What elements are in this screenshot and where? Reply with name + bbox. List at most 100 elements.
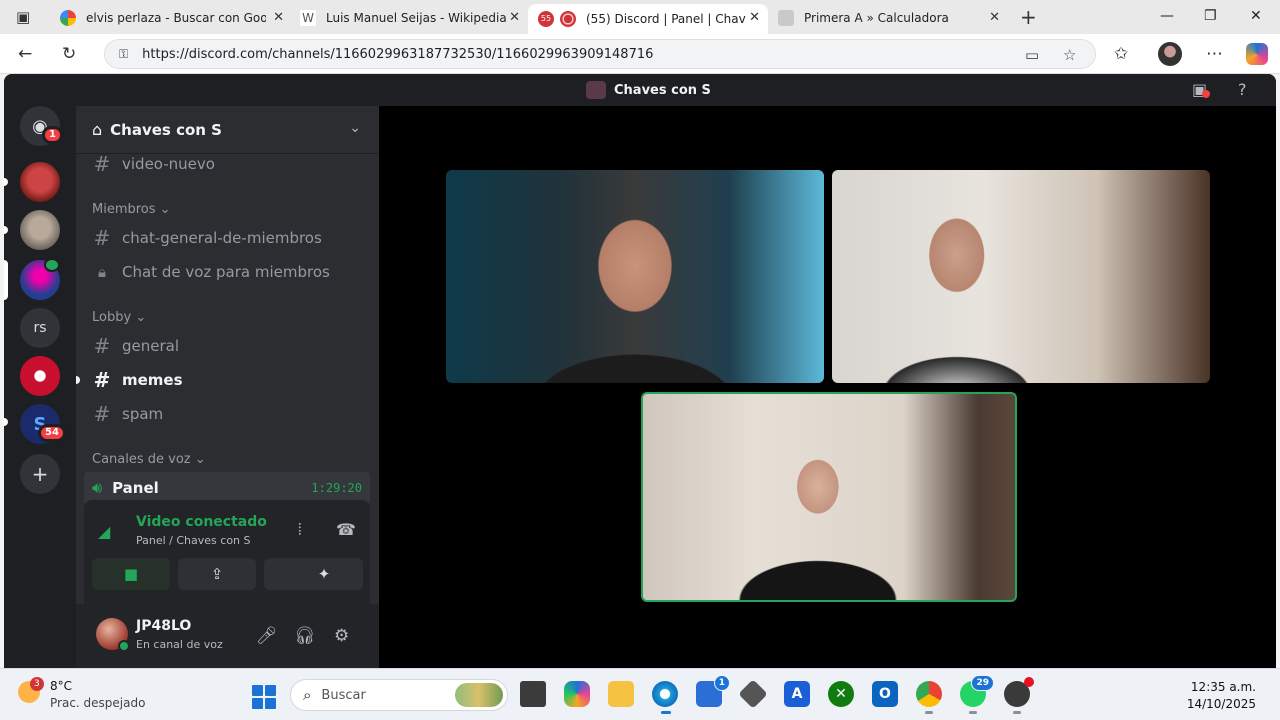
channel-general[interactable]: # general [84, 330, 370, 362]
noise-suppression-icon[interactable]: ⦙ [298, 520, 302, 540]
soundboard-icon: ✦ [317, 565, 331, 583]
chevron-down-icon: ⌄ [135, 310, 147, 325]
recording-icon [560, 11, 576, 27]
add-server-icon[interactable]: + [20, 454, 60, 494]
azure-icon[interactable]: A [784, 681, 810, 707]
restore-icon[interactable]: ❐ [1204, 8, 1217, 24]
unity-icon[interactable] [738, 679, 768, 709]
task-view-icon[interactable] [520, 681, 546, 707]
unread-indicator [4, 418, 8, 426]
tab-wikipedia[interactable]: W Luis Manuel Seijas - Wikipedia, la ✕ [290, 4, 528, 32]
url-text: https://discord.com/channels/11660299631… [142, 46, 654, 62]
recorder-icon[interactable] [1004, 677, 1034, 707]
close-tab-icon[interactable]: ✕ [273, 10, 284, 25]
outlook-icon[interactable]: O [872, 681, 898, 707]
sidebar-toggle-icon[interactable]: ▣ [16, 8, 30, 26]
tab-google[interactable]: elvis perlaza - Buscar con Google ✕ [50, 4, 292, 32]
edge-browser-icon[interactable] [652, 681, 678, 707]
server-portrait[interactable] [20, 210, 60, 250]
microphone-icon[interactable]: 🎤︎ [256, 626, 278, 646]
channel-video-nuevo[interactable]: # video-nuevo [84, 148, 370, 180]
server-name: Chaves con S [110, 120, 222, 139]
soundboard-button[interactable]: ✦ [285, 558, 363, 590]
community-home-icon: ⌂ [92, 120, 103, 139]
discord-title-bar: Chaves con S ▣ ? [4, 74, 1276, 106]
tab-title: elvis perlaza - Buscar con Google [86, 11, 266, 25]
clock-date: 14/10/2025 [1186, 697, 1256, 711]
reload-icon[interactable]: ↻ [62, 44, 76, 64]
screen-share-icon: ⇪ [210, 565, 224, 583]
browser-tab-strip: ▣ elvis perlaza - Buscar con Google ✕ W … [0, 0, 1280, 34]
server-header[interactable]: ⌂ Chaves con S ⌄ [76, 106, 379, 154]
discord-app: Chaves con S ▣ ? ◉ 1 rs S 54 + ⌂ Chaves … [4, 74, 1276, 668]
channel-label: general [122, 337, 180, 355]
channel-label: video-nuevo [122, 155, 215, 173]
whatsapp-badge: 29 [971, 675, 994, 691]
back-icon[interactable]: ← [18, 44, 32, 64]
temperature: 8°C [50, 679, 73, 693]
server-crest[interactable] [20, 356, 60, 396]
start-button[interactable] [252, 685, 276, 709]
discord-home-icon[interactable]: ◉ 1 [20, 106, 63, 146]
chrome-icon[interactable] [916, 681, 942, 707]
copilot-app-icon[interactable] [564, 681, 590, 707]
system-clock[interactable]: 12:35 a.m. 14/10/2025 [1187, 679, 1256, 713]
video-tile-participant-2[interactable] [832, 170, 1210, 383]
more-icon[interactable]: ⋯ [1206, 44, 1223, 64]
microsoft-store-icon[interactable]: 1 [696, 675, 730, 707]
close-tab-icon[interactable]: ✕ [749, 10, 760, 25]
category-miembros[interactable]: Miembros ⌄ [92, 202, 171, 217]
chevron-down-icon[interactable]: ⌄ [349, 120, 361, 136]
server-red-jersey[interactable] [20, 162, 60, 202]
username[interactable]: JP48LO [136, 618, 191, 634]
hash-icon: # [93, 368, 111, 392]
channel-chat-general-de-miembros[interactable]: # chat-general-de-miembros [84, 222, 370, 254]
channel-chat-de-voz[interactable]: 🔒︎ Chat de voz para miembros [84, 256, 370, 288]
close-tab-icon[interactable]: ✕ [509, 10, 520, 25]
channel-memes[interactable]: # memes [84, 364, 370, 396]
taskbar-search[interactable]: ⌕ Buscar [290, 679, 508, 711]
minimize-icon[interactable]: — [1160, 8, 1174, 24]
inbox-icon[interactable]: ▣ [1192, 80, 1210, 99]
xbox-icon[interactable]: ✕ [828, 681, 854, 707]
voice-location[interactable]: Panel / Chaves con S [136, 534, 251, 547]
voice-status[interactable]: Video conectado [136, 514, 267, 530]
category-lobby[interactable]: Lobby ⌄ [92, 310, 146, 325]
file-explorer-icon[interactable] [608, 681, 634, 707]
tab-discord[interactable]: 55 (55) Discord | Panel | Chaves ✕ [528, 4, 768, 34]
close-tab-icon[interactable]: ✕ [989, 10, 1000, 25]
headphones-icon[interactable]: 🎧︎ [294, 626, 316, 646]
unread-indicator [76, 376, 80, 384]
favorite-star-icon[interactable]: ☆ [1063, 46, 1076, 64]
category-label: Canales de voz [92, 452, 191, 467]
share-screen-button[interactable]: ⇪ [178, 558, 256, 590]
browser-toolbar: ← ↻ ⚿ https://discord.com/channels/11660… [0, 34, 1280, 74]
video-tile-participant-1[interactable] [446, 170, 824, 383]
disconnect-icon[interactable]: ☎︎ [336, 520, 356, 539]
gear-icon[interactable]: ⚙ [334, 626, 349, 646]
tab-calculadora[interactable]: Primera A » Calculadora ✕ [768, 4, 1008, 32]
server-avatar-active[interactable] [20, 258, 60, 300]
new-tab-icon[interactable]: + [1020, 5, 1037, 29]
copilot-icon[interactable] [1246, 43, 1268, 65]
address-bar[interactable]: ⚿ https://discord.com/channels/116602996… [104, 39, 1096, 69]
camera-icon[interactable]: ▭ [1025, 46, 1039, 64]
site-info-icon[interactable]: ⚿ [119, 47, 128, 62]
profile-avatar[interactable] [1158, 42, 1182, 66]
channel-label: Chat de voz para miembros [122, 263, 330, 281]
server-s-logo[interactable]: S 54 [20, 404, 66, 444]
channel-label: spam [122, 405, 164, 423]
hash-icon: # [93, 226, 111, 250]
category-canales-de-voz[interactable]: Canales de voz ⌄ [92, 452, 206, 467]
signal-icon[interactable]: ◢ [98, 522, 110, 541]
help-icon[interactable]: ? [1238, 80, 1247, 99]
server-rail: ◉ 1 rs S 54 + [4, 106, 76, 668]
camera-button[interactable]: ■ [92, 558, 170, 590]
video-tile-speaking[interactable] [641, 392, 1017, 602]
favorites-icon[interactable]: ✩ [1114, 44, 1128, 64]
window-close-icon[interactable]: ✕ [1250, 8, 1262, 24]
channel-spam[interactable]: # spam [84, 398, 370, 430]
server-rs[interactable]: rs [20, 308, 60, 348]
online-status-icon [118, 640, 130, 652]
whatsapp-icon[interactable]: 29 [960, 675, 994, 707]
